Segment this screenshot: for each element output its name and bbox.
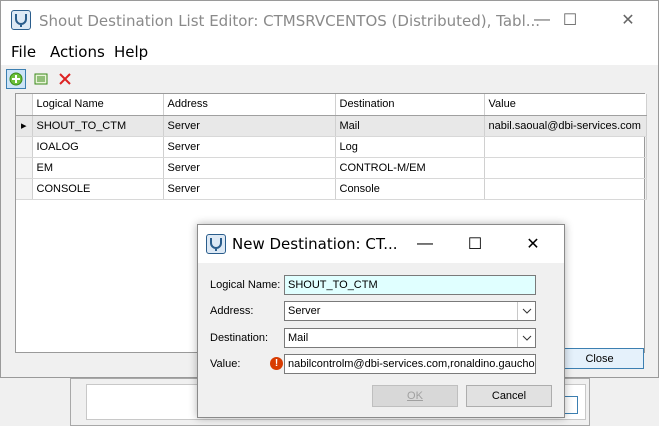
- column-header-logical-name[interactable]: Logical Name: [32, 94, 164, 116]
- dialog-close-button[interactable]: ✕: [510, 225, 556, 263]
- chevron-down-icon[interactable]: [517, 329, 535, 347]
- cell-value[interactable]: nabil.saoual@dbi-services.com: [484, 115, 647, 137]
- ok-button[interactable]: OK: [372, 385, 458, 407]
- logical-name-value: SHOUT_TO_CTM: [288, 279, 378, 291]
- row-header-corner: [16, 94, 33, 116]
- row-marker: [16, 136, 33, 158]
- menu-help[interactable]: Help: [114, 43, 148, 61]
- address-select[interactable]: Server: [284, 301, 536, 321]
- cell-address[interactable]: Server: [163, 115, 336, 137]
- cell-logical-name[interactable]: EM: [32, 157, 164, 179]
- cancel-button-label: Cancel: [491, 390, 527, 402]
- table-row[interactable]: IOALOG Server Log: [16, 136, 647, 158]
- cell-address[interactable]: Server: [163, 178, 336, 200]
- close-button[interactable]: Close: [555, 348, 644, 369]
- chevron-down-icon[interactable]: [517, 302, 535, 320]
- ok-button-label: OK: [407, 390, 423, 402]
- value-input[interactable]: nabilcontrolm@dbi-services.com,ronaldino…: [284, 354, 536, 374]
- value-text: nabilcontrolm@dbi-services.com,ronaldino…: [288, 358, 536, 370]
- row-marker: [16, 178, 33, 200]
- error-icon: !: [270, 357, 283, 370]
- grid-header-row: Logical Name Address Destination Value: [16, 94, 647, 116]
- table-row[interactable]: CONSOLE Server Console: [16, 178, 647, 200]
- menu-bar: File Actions Help: [1, 39, 658, 65]
- cell-address[interactable]: Server: [163, 136, 336, 158]
- dialog-title-bar: New Destination: CT... — ☐ ✕: [198, 225, 564, 263]
- cell-logical-name[interactable]: IOALOG: [32, 136, 164, 158]
- row-marker: [16, 157, 33, 179]
- cell-value[interactable]: [484, 178, 647, 200]
- dialog-title: New Destination: CT...: [232, 235, 398, 253]
- cell-value[interactable]: [484, 157, 647, 179]
- address-label: Address:: [210, 305, 254, 317]
- menu-file[interactable]: File: [11, 43, 36, 61]
- dialog-minimize-button[interactable]: —: [402, 225, 448, 263]
- logical-name-input[interactable]: SHOUT_TO_CTM: [284, 275, 536, 295]
- table-row[interactable]: EM Server CONTROL-M/EM: [16, 157, 647, 179]
- column-header-address[interactable]: Address: [163, 94, 336, 116]
- destination-select[interactable]: Mail: [284, 328, 536, 348]
- app-icon: [11, 10, 31, 30]
- cell-destination[interactable]: Log: [335, 136, 485, 158]
- destination-label: Destination:: [210, 332, 269, 344]
- new-destination-dialog: New Destination: CT... — ☐ ✕ Logical Nam…: [197, 224, 565, 418]
- column-header-destination[interactable]: Destination: [335, 94, 485, 116]
- toolbar: [1, 65, 658, 91]
- menu-actions[interactable]: Actions: [50, 43, 105, 61]
- column-header-value[interactable]: Value: [484, 94, 647, 116]
- value-label: Value:: [210, 358, 241, 370]
- cell-destination[interactable]: CONTROL-M/EM: [335, 157, 485, 179]
- cell-address[interactable]: Server: [163, 157, 336, 179]
- cell-logical-name[interactable]: CONSOLE: [32, 178, 164, 200]
- dialog-app-icon: [206, 234, 226, 254]
- title-bar: Shout Destination List Editor: CTMSRVCEN…: [1, 1, 658, 39]
- maximize-button[interactable]: ☐: [547, 1, 593, 39]
- address-value: Server: [288, 305, 321, 317]
- add-destination-button[interactable]: [6, 69, 26, 89]
- row-selected-marker: ▸: [16, 115, 33, 137]
- edit-icon: [34, 73, 48, 85]
- cell-logical-name[interactable]: SHOUT_TO_CTM: [32, 115, 164, 137]
- table-row[interactable]: ▸ SHOUT_TO_CTM Server Mail nabil.saoual@…: [16, 115, 647, 137]
- window-title: Shout Destination List Editor: CTMSRVCEN…: [39, 12, 541, 30]
- add-icon: [9, 72, 23, 86]
- delete-icon: [59, 73, 71, 85]
- cell-value[interactable]: [484, 136, 647, 158]
- close-window-button[interactable]: ✕: [605, 1, 651, 39]
- destination-value: Mail: [288, 332, 309, 344]
- cancel-button[interactable]: Cancel: [466, 385, 552, 407]
- cell-destination[interactable]: Mail: [335, 115, 485, 137]
- cell-destination[interactable]: Console: [335, 178, 485, 200]
- logical-name-label: Logical Name:: [210, 279, 281, 291]
- delete-destination-button[interactable]: [55, 69, 75, 89]
- edit-destination-button[interactable]: [31, 69, 51, 89]
- dialog-maximize-button[interactable]: ☐: [452, 225, 498, 263]
